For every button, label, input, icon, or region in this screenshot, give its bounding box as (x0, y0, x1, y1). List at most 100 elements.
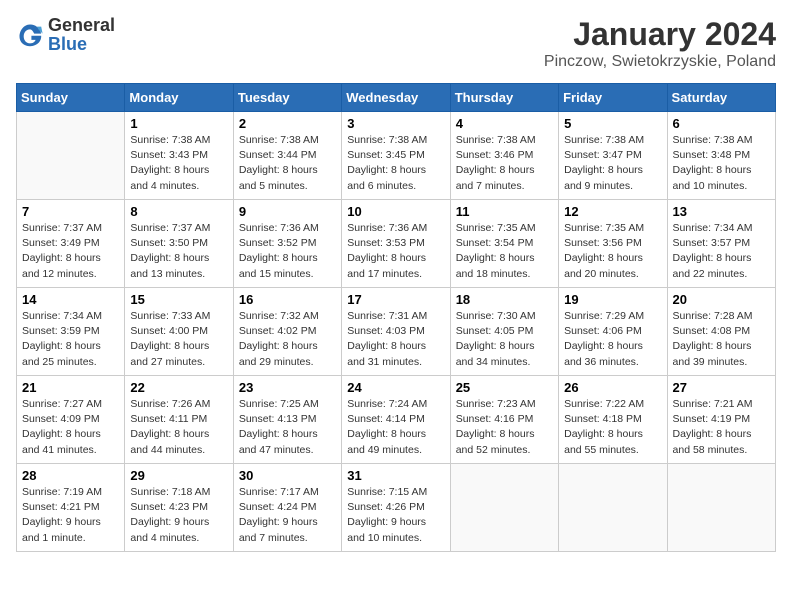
day-info: Sunrise: 7:38 AM Sunset: 3:44 PM Dayligh… (239, 133, 336, 194)
calendar-cell (559, 464, 667, 552)
day-info: Sunrise: 7:38 AM Sunset: 3:46 PM Dayligh… (456, 133, 553, 194)
day-info: Sunrise: 7:28 AM Sunset: 4:08 PM Dayligh… (673, 309, 770, 370)
calendar-title-block: January 2024 Pinczow, Swietokrzyskie, Po… (544, 16, 776, 71)
day-number: 13 (673, 204, 770, 219)
calendar-cell: 1 Sunrise: 7:38 AM Sunset: 3:43 PM Daylig… (125, 112, 233, 200)
day-number: 30 (239, 468, 336, 483)
day-number: 29 (130, 468, 227, 483)
day-info: Sunrise: 7:38 AM Sunset: 3:43 PM Dayligh… (130, 133, 227, 194)
day-info: Sunrise: 7:21 AM Sunset: 4:19 PM Dayligh… (673, 397, 770, 458)
day-info: Sunrise: 7:31 AM Sunset: 4:03 PM Dayligh… (347, 309, 444, 370)
day-info: Sunrise: 7:23 AM Sunset: 4:16 PM Dayligh… (456, 397, 553, 458)
header-saturday: Saturday (667, 84, 775, 112)
day-number: 17 (347, 292, 444, 307)
day-number: 27 (673, 380, 770, 395)
day-info: Sunrise: 7:36 AM Sunset: 3:53 PM Dayligh… (347, 221, 444, 282)
calendar-cell: 18Sunrise: 7:30 AM Sunset: 4:05 PM Dayli… (450, 288, 558, 376)
day-info: Sunrise: 7:34 AM Sunset: 3:59 PM Dayligh… (22, 309, 119, 370)
calendar-cell: 24Sunrise: 7:24 AM Sunset: 4:14 PM Dayli… (342, 376, 450, 464)
day-number: 5 (564, 116, 661, 131)
day-info: Sunrise: 7:37 AM Sunset: 3:50 PM Dayligh… (130, 221, 227, 282)
calendar-cell: 14 Sunrise: 7:34 AM Sunset: 3:59 PM Dayli… (17, 288, 125, 376)
day-info: Sunrise: 7:38 AM Sunset: 3:47 PM Dayligh… (564, 133, 661, 194)
day-info: Sunrise: 7:36 AM Sunset: 3:52 PM Dayligh… (239, 221, 336, 282)
calendar-cell: 17 Sunrise: 7:31 AM Sunset: 4:03 PM Dayli… (342, 288, 450, 376)
day-info: Sunrise: 7:32 AM Sunset: 4:02 PM Dayligh… (239, 309, 336, 370)
logo-text-block: General Blue (48, 16, 115, 54)
calendar-cell: 19 Sunrise: 7:29 AM Sunset: 4:06 PM Dayli… (559, 288, 667, 376)
day-info: Sunrise: 7:19 AM Sunset: 4:21 PM Dayligh… (22, 485, 119, 546)
day-number: 25 (456, 380, 553, 395)
week-row-3: 14 Sunrise: 7:34 AM Sunset: 3:59 PM Dayli… (17, 288, 776, 376)
calendar-cell: 21 Sunrise: 7:27 AM Sunset: 4:09 PM Dayli… (17, 376, 125, 464)
calendar-cell: 5 Sunrise: 7:38 AM Sunset: 3:47 PM Daylig… (559, 112, 667, 200)
day-number: 19 (564, 292, 661, 307)
calendar-cell: 31 Sunrise: 7:15 AM Sunset: 4:26 PM Dayli… (342, 464, 450, 552)
day-info: Sunrise: 7:29 AM Sunset: 4:06 PM Dayligh… (564, 309, 661, 370)
day-number: 20 (673, 292, 770, 307)
day-info: Sunrise: 7:34 AM Sunset: 3:57 PM Dayligh… (673, 221, 770, 282)
calendar-cell: 29 Sunrise: 7:18 AM Sunset: 4:23 PM Dayli… (125, 464, 233, 552)
day-number: 4 (456, 116, 553, 131)
day-number: 28 (22, 468, 119, 483)
day-number: 16 (239, 292, 336, 307)
header-thursday: Thursday (450, 84, 558, 112)
day-number: 8 (130, 204, 227, 219)
logo-icon (16, 21, 44, 49)
day-number: 31 (347, 468, 444, 483)
calendar-table: SundayMondayTuesdayWednesdayThursdayFrid… (16, 83, 776, 552)
calendar-cell (667, 464, 775, 552)
day-number: 7 (22, 204, 119, 219)
day-info: Sunrise: 7:35 AM Sunset: 3:56 PM Dayligh… (564, 221, 661, 282)
logo-blue: Blue (48, 34, 87, 54)
day-number: 14 (22, 292, 119, 307)
week-row-5: 28 Sunrise: 7:19 AM Sunset: 4:21 PM Dayli… (17, 464, 776, 552)
calendar-cell: 11 Sunrise: 7:35 AM Sunset: 3:54 PM Dayli… (450, 200, 558, 288)
day-number: 15 (130, 292, 227, 307)
calendar-cell: 15 Sunrise: 7:33 AM Sunset: 4:00 PM Dayli… (125, 288, 233, 376)
day-info: Sunrise: 7:18 AM Sunset: 4:23 PM Dayligh… (130, 485, 227, 546)
calendar-cell: 23 Sunrise: 7:25 AM Sunset: 4:13 PM Dayli… (233, 376, 341, 464)
calendar-cell (450, 464, 558, 552)
header-tuesday: Tuesday (233, 84, 341, 112)
day-info: Sunrise: 7:33 AM Sunset: 4:00 PM Dayligh… (130, 309, 227, 370)
day-info: Sunrise: 7:15 AM Sunset: 4:26 PM Dayligh… (347, 485, 444, 546)
page-header: General Blue January 2024 Pinczow, Swiet… (16, 16, 776, 71)
calendar-cell: 7 Sunrise: 7:37 AM Sunset: 3:49 PM Daylig… (17, 200, 125, 288)
day-number: 21 (22, 380, 119, 395)
day-number: 24 (347, 380, 444, 395)
calendar-title: January 2024 (544, 16, 776, 53)
calendar-cell: 26Sunrise: 7:22 AM Sunset: 4:18 PM Dayli… (559, 376, 667, 464)
day-info: Sunrise: 7:17 AM Sunset: 4:24 PM Dayligh… (239, 485, 336, 546)
day-info: Sunrise: 7:38 AM Sunset: 3:48 PM Dayligh… (673, 133, 770, 194)
day-info: Sunrise: 7:37 AM Sunset: 3:49 PM Dayligh… (22, 221, 119, 282)
day-number: 2 (239, 116, 336, 131)
calendar-cell: 30 Sunrise: 7:17 AM Sunset: 4:24 PM Dayli… (233, 464, 341, 552)
header-wednesday: Wednesday (342, 84, 450, 112)
calendar-cell: 13 Sunrise: 7:34 AM Sunset: 3:57 PM Dayli… (667, 200, 775, 288)
calendar-cell: 28 Sunrise: 7:19 AM Sunset: 4:21 PM Dayli… (17, 464, 125, 552)
day-number: 9 (239, 204, 336, 219)
day-number: 11 (456, 204, 553, 219)
calendar-cell: 20 Sunrise: 7:28 AM Sunset: 4:08 PM Dayli… (667, 288, 775, 376)
calendar-cell: 4 Sunrise: 7:38 AM Sunset: 3:46 PM Daylig… (450, 112, 558, 200)
day-number: 22 (130, 380, 227, 395)
day-number: 23 (239, 380, 336, 395)
calendar-cell: 22Sunrise: 7:26 AM Sunset: 4:11 PM Dayli… (125, 376, 233, 464)
day-info: Sunrise: 7:25 AM Sunset: 4:13 PM Dayligh… (239, 397, 336, 458)
day-number: 3 (347, 116, 444, 131)
logo-general: General (48, 15, 115, 35)
calendar-cell: 2 Sunrise: 7:38 AM Sunset: 3:44 PM Daylig… (233, 112, 341, 200)
day-number: 26 (564, 380, 661, 395)
logo: General Blue (16, 16, 115, 54)
calendar-cell (17, 112, 125, 200)
week-row-4: 21 Sunrise: 7:27 AM Sunset: 4:09 PM Dayli… (17, 376, 776, 464)
day-info: Sunrise: 7:38 AM Sunset: 3:45 PM Dayligh… (347, 133, 444, 194)
day-number: 1 (130, 116, 227, 131)
day-info: Sunrise: 7:27 AM Sunset: 4:09 PM Dayligh… (22, 397, 119, 458)
week-row-1: 1 Sunrise: 7:38 AM Sunset: 3:43 PM Daylig… (17, 112, 776, 200)
day-info: Sunrise: 7:35 AM Sunset: 3:54 PM Dayligh… (456, 221, 553, 282)
day-number: 18 (456, 292, 553, 307)
header-sunday: Sunday (17, 84, 125, 112)
day-number: 12 (564, 204, 661, 219)
